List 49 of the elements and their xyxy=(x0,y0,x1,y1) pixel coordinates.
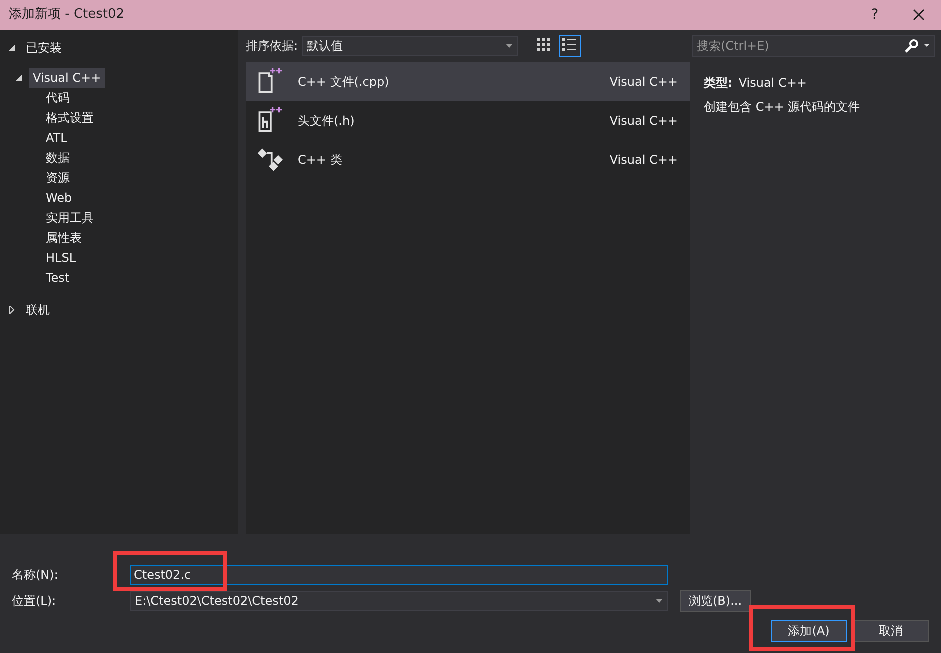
grid-icon xyxy=(537,38,552,52)
search-icon[interactable] xyxy=(905,39,919,53)
template-item[interactable]: C++ 文件(.cpp) Visual C++ xyxy=(246,62,690,101)
location-label: 位置(L): xyxy=(12,593,58,610)
tree-item[interactable]: 代码 xyxy=(42,88,74,108)
help-button[interactable]: ? xyxy=(853,0,897,30)
type-label: 类型: xyxy=(704,75,733,92)
tree-item[interactable]: Visual C++ xyxy=(29,68,106,88)
tree-item[interactable]: 资源 xyxy=(42,168,74,188)
tree-item[interactable]: Test xyxy=(42,268,74,288)
list-view-button[interactable] xyxy=(559,35,582,57)
template-category: Visual C++ xyxy=(610,152,678,168)
name-field[interactable]: Ctest02.c xyxy=(130,565,668,585)
tree-item[interactable]: 属性表 xyxy=(42,228,86,248)
name-label: 名称(N): xyxy=(12,567,60,584)
expanded-arrow-icon[interactable] xyxy=(15,74,23,82)
sort-value: 默认值 xyxy=(307,38,344,55)
type-value: Visual C++ xyxy=(738,75,807,92)
template-category: Visual C++ xyxy=(610,112,678,130)
dropdown-caret-icon xyxy=(506,44,514,48)
tree-item[interactable]: 已安装 xyxy=(22,38,66,58)
template-category: Visual C++ xyxy=(610,74,678,90)
tree-item[interactable]: 数据 xyxy=(42,148,74,168)
tree-item[interactable]: 格式设置 xyxy=(42,108,98,128)
browse-button[interactable]: 浏览(B)... xyxy=(680,590,752,612)
tree-item[interactable]: ATL xyxy=(42,128,72,148)
template-name: 头文件(.h) xyxy=(298,112,355,130)
template-description: 创建包含 C++ 源代码的文件 xyxy=(704,99,862,116)
window-title: 添加新项 - Ctest02 xyxy=(9,6,125,24)
sort-dropdown[interactable]: 默认值 xyxy=(302,36,518,56)
location-dropdown[interactable]: E:\Ctest02\Ctest02\Ctest02 xyxy=(130,591,668,611)
template-item[interactable]: 头文件(.h) Visual C++ xyxy=(246,101,690,140)
location-value: E:\Ctest02\Ctest02\Ctest02 xyxy=(135,593,299,610)
search-field[interactable]: 搜索(Ctrl+E) xyxy=(692,35,935,57)
tree-item[interactable]: 联机 xyxy=(22,300,54,320)
template-item[interactable]: C++ 类 Visual C++ xyxy=(246,140,690,179)
tree-item[interactable]: Web xyxy=(42,188,76,208)
template-name: C++ 类 xyxy=(298,152,342,168)
list-icon xyxy=(562,38,576,52)
template-name: C++ 文件(.cpp) xyxy=(298,74,390,90)
cancel-button[interactable]: 取消 xyxy=(853,620,929,642)
collapsed-arrow-icon[interactable] xyxy=(8,306,16,314)
add-button[interactable]: 添加(A) xyxy=(771,620,847,642)
close-icon xyxy=(913,9,925,21)
dropdown-caret-icon xyxy=(656,599,663,603)
tree-item[interactable]: HLSL xyxy=(42,248,80,268)
sort-label: 排序依据: xyxy=(246,38,298,55)
tree-item[interactable]: 实用工具 xyxy=(42,208,98,228)
expanded-arrow-icon[interactable] xyxy=(8,44,16,52)
